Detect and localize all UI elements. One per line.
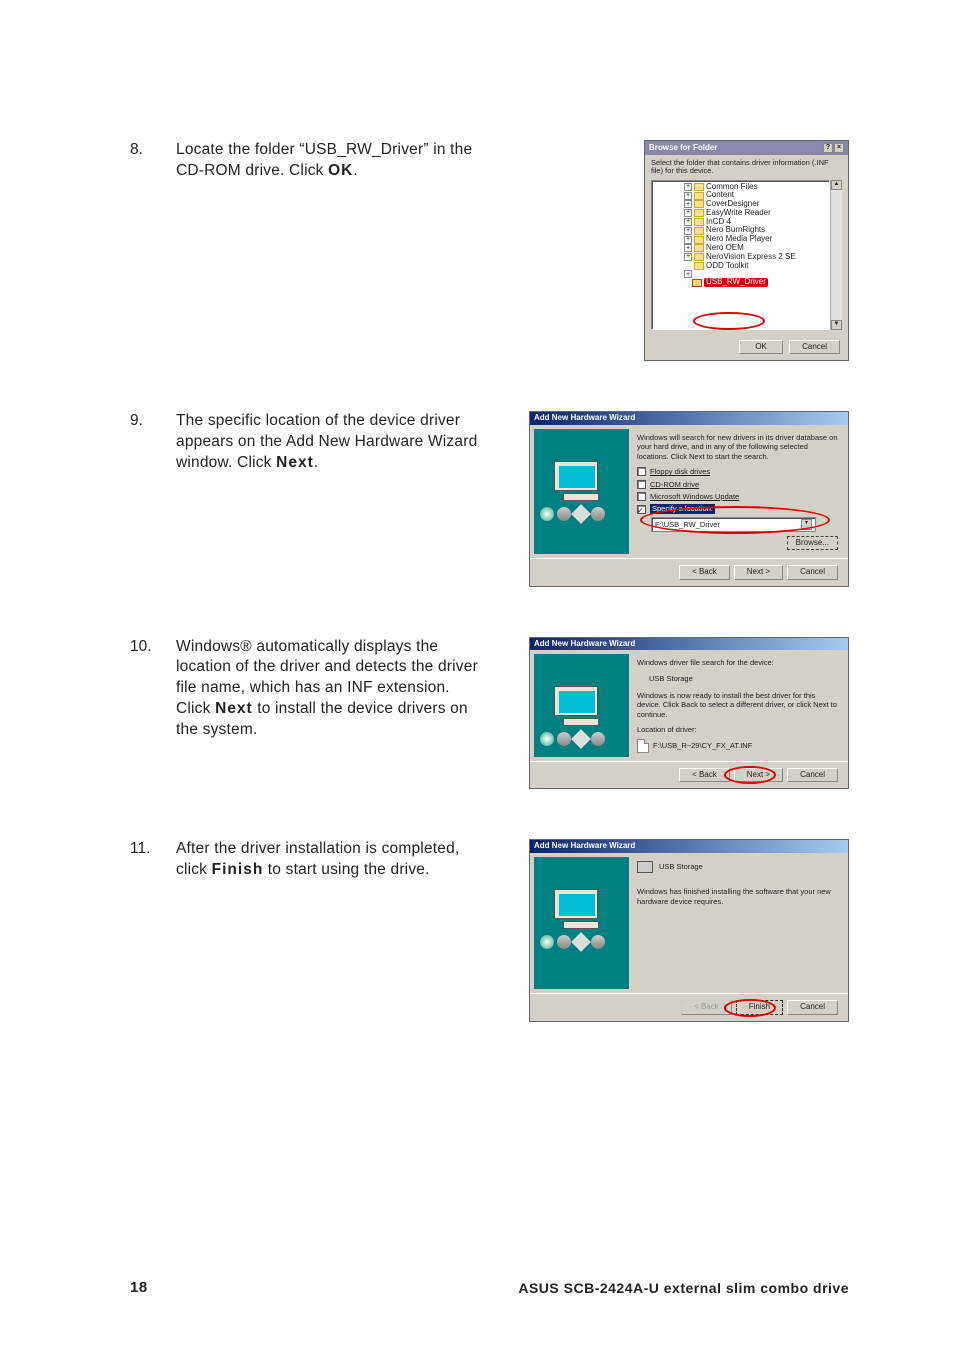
- back-button[interactable]: < Back: [679, 565, 730, 580]
- scroll-down-icon[interactable]: ▼: [831, 320, 842, 330]
- check-label: CD-ROM drive: [650, 480, 699, 489]
- win10-top-text: Windows driver file search for the devic…: [637, 658, 838, 667]
- checkbox[interactable]: [637, 480, 646, 489]
- cancel-button[interactable]: Cancel: [787, 768, 838, 783]
- step-9-bold: Next: [276, 454, 314, 471]
- wizard-window-9: Add New Hardware Wizard Windows will sea…: [529, 411, 849, 586]
- cancel-button[interactable]: Cancel: [787, 1000, 838, 1015]
- ok-button[interactable]: OK: [739, 340, 783, 355]
- scrollbar[interactable]: ▲ ▼: [830, 180, 842, 330]
- footer-title: ASUS SCB-2424A-U external slim combo dri…: [518, 1280, 849, 1296]
- step-9: 9. The specific location of the device d…: [130, 411, 849, 586]
- tree-highlighted[interactable]: USB_RW_Driver: [704, 278, 768, 287]
- step-9-text-a: The specific location of the device driv…: [176, 412, 477, 471]
- checkbox[interactable]: [637, 467, 646, 476]
- step-11-bold: Finish: [212, 861, 264, 878]
- step-9-number: 9.: [130, 411, 176, 474]
- win8-instruction: Select the folder that contains driver i…: [651, 159, 842, 176]
- step-9-text-b: .: [314, 454, 319, 471]
- step-8-text: Locate the folder “USB_RW_Driver” in the…: [176, 140, 480, 182]
- browse-button[interactable]: Browse...: [787, 536, 838, 550]
- step-8: 8. Locate the folder “USB_RW_Driver” in …: [130, 140, 849, 361]
- wizard-window-10: Add New Hardware Wizard Windows driver f…: [529, 637, 849, 790]
- step-8-text-a: Locate the folder “USB_RW_Driver” in the…: [176, 141, 472, 179]
- scroll-up-icon[interactable]: ▲: [831, 180, 842, 190]
- step-8-text-b: .: [353, 162, 358, 179]
- win8-titlebar: Browse for Folder ? ×: [645, 141, 848, 155]
- document-icon: [637, 739, 649, 753]
- step-8-bold: OK: [328, 162, 353, 179]
- step-11: 11. After the driver installation is com…: [130, 839, 849, 1022]
- step-11-text-b: to start using the drive.: [263, 861, 429, 878]
- tree-item[interactable]: ODD Toolkit: [706, 262, 749, 271]
- win10-mid-text: Windows is now ready to install the best…: [637, 691, 838, 719]
- win9-titlebar: Add New Hardware Wizard: [530, 412, 848, 425]
- checkbox[interactable]: [637, 492, 646, 501]
- win9-title: Add New Hardware Wizard: [534, 414, 635, 423]
- win10-title: Add New Hardware Wizard: [534, 640, 635, 649]
- win8-title: Browse for Folder: [649, 144, 717, 153]
- wizard-graphic: [534, 654, 629, 756]
- cancel-button[interactable]: Cancel: [789, 340, 840, 355]
- win10-loclabel: Location of driver:: [637, 725, 838, 734]
- browse-folder-window: Browse for Folder ? × Select the folder …: [644, 140, 849, 361]
- check-label: Microsoft Windows Update: [650, 492, 739, 501]
- step-10: 10. Windows® automatically displays the …: [130, 637, 849, 790]
- win11-titlebar: Add New Hardware Wizard: [530, 840, 848, 853]
- page-number: 18: [130, 1279, 148, 1296]
- wizard-window-11: Add New Hardware Wizard USB Storage Wind…: [529, 839, 849, 1022]
- wizard-graphic: [534, 429, 629, 554]
- win9-top-text: Windows will search for new drivers in i…: [637, 433, 838, 461]
- step-11-number: 11.: [130, 839, 176, 881]
- step-9-text: The specific location of the device driv…: [176, 411, 480, 474]
- step-11-text: After the driver installation is complet…: [176, 839, 480, 881]
- page-footer: 18 ASUS SCB-2424A-U external slim combo …: [130, 1279, 849, 1296]
- win10-path: F:\USB_R~29\CY_FX_AT.INF: [653, 741, 752, 750]
- check-label: Floppy disk drives: [650, 467, 710, 476]
- win10-device: USB Storage: [649, 674, 838, 683]
- win10-titlebar: Add New Hardware Wizard: [530, 638, 848, 651]
- step-8-number: 8.: [130, 140, 176, 182]
- page-body: 8. Locate the folder “USB_RW_Driver” in …: [0, 0, 954, 1022]
- win11-device: USB Storage: [659, 862, 703, 871]
- checkbox-checked[interactable]: [637, 505, 646, 514]
- device-icon: [637, 861, 653, 873]
- step-10-bold: Next: [215, 700, 253, 717]
- wizard-graphic: [534, 857, 629, 989]
- highlight-ring: [724, 999, 776, 1017]
- cancel-button[interactable]: Cancel: [787, 565, 838, 580]
- close-icon[interactable]: ×: [834, 143, 844, 153]
- back-button[interactable]: < Back: [679, 768, 730, 783]
- win11-title: Add New Hardware Wizard: [534, 842, 635, 851]
- step-10-number: 10.: [130, 637, 176, 742]
- folder-tree[interactable]: +Common Files +Content +CoverDesigner +E…: [651, 180, 830, 330]
- step-10-text: Windows® automatically displays the loca…: [176, 637, 480, 742]
- help-icon[interactable]: ?: [823, 143, 833, 153]
- next-button[interactable]: Next >: [734, 565, 783, 580]
- win11-message: Windows has finished installing the soft…: [637, 887, 838, 906]
